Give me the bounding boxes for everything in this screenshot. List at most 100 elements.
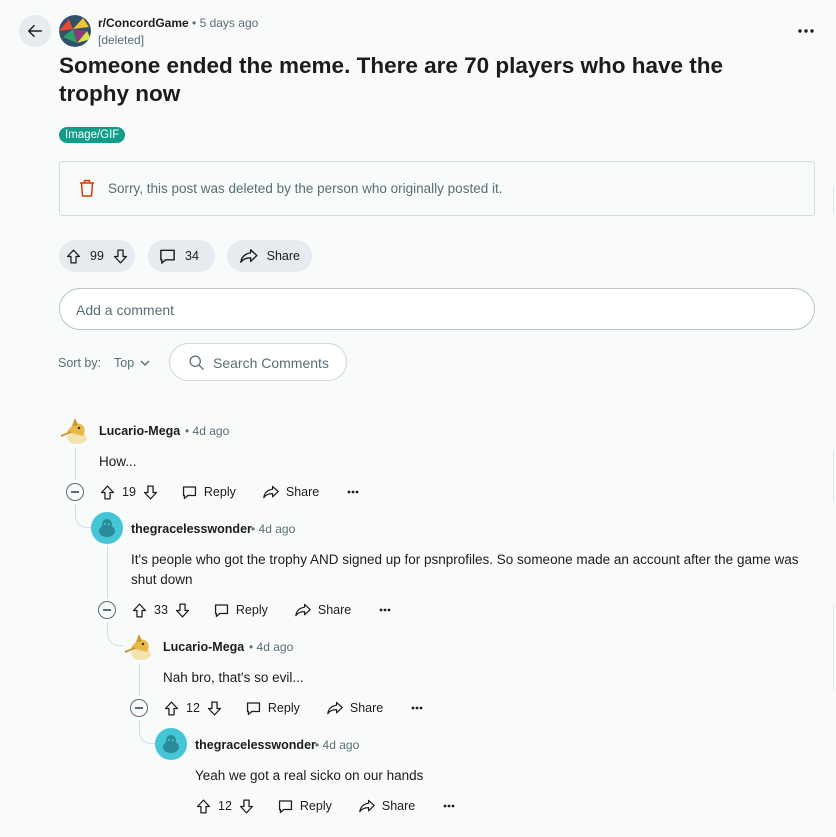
thread-elbow: [75, 504, 91, 528]
downvote-arrow-icon[interactable]: [238, 798, 255, 815]
thread-elbow: [139, 720, 155, 744]
comment-author[interactable]: thegracelesswonder: [131, 522, 252, 536]
reply-button[interactable]: Reply: [181, 484, 236, 501]
ellipsis-icon: [411, 706, 423, 710]
downvote-arrow-icon[interactable]: [206, 700, 223, 717]
upvote-arrow-icon[interactable]: [65, 248, 82, 265]
comment-time: • 4d ago: [251, 522, 296, 536]
collapse-button[interactable]: [66, 483, 84, 501]
comment-actions: 12 Reply Share: [195, 795, 455, 817]
ellipsis-icon: [347, 490, 359, 494]
upvote-arrow-icon[interactable]: [131, 602, 148, 619]
comment-share-button[interactable]: Share: [326, 700, 383, 716]
share-label: Share: [381, 799, 416, 813]
comment-author[interactable]: Lucario-Mega: [99, 424, 180, 438]
search-comments-input[interactable]: Search Comments: [169, 343, 347, 381]
comment-body: It's people who got the trophy AND signe…: [131, 552, 799, 587]
comment-score: 12: [186, 701, 200, 715]
subreddit-name[interactable]: r/ConcordGame: [98, 16, 189, 30]
post-more-button[interactable]: [796, 22, 816, 40]
post-score: 99: [90, 249, 104, 263]
comment-count: 34: [185, 249, 199, 263]
comment-score: 19: [122, 485, 136, 499]
chevron-down-icon: [140, 360, 150, 366]
share-label: Share: [317, 603, 352, 617]
subreddit-avatar[interactable]: [59, 15, 91, 47]
comment-more-button[interactable]: [411, 706, 423, 710]
comment-time: • 4d ago: [185, 424, 230, 438]
share-label: Share: [349, 701, 384, 715]
avatar[interactable]: [91, 512, 123, 544]
speech-bubble-icon: [182, 485, 196, 499]
reply-button[interactable]: Reply: [213, 602, 268, 619]
share-button[interactable]: Share: [227, 240, 312, 272]
minus-circle-icon: [135, 707, 143, 709]
thread-elbow: [107, 622, 123, 646]
upvote-arrow-icon[interactable]: [163, 700, 180, 717]
comment-body: How...: [99, 454, 137, 469]
upvote-arrow-icon[interactable]: [195, 798, 212, 815]
comment-share-button[interactable]: Share: [262, 484, 319, 500]
sort-dropdown[interactable]: Top: [114, 356, 150, 370]
speech-bubble-icon: [214, 603, 228, 617]
reply-label: Reply: [203, 485, 236, 499]
downvote-arrow-icon[interactable]: [174, 602, 191, 619]
ellipsis-icon: [443, 804, 455, 808]
post-time: 5 days ago: [199, 16, 259, 30]
post-meta: r/ConcordGame • 5 days ago: [98, 16, 258, 30]
comment-body: Nah bro, that's so evil...: [163, 670, 304, 685]
thread-line: [107, 546, 108, 598]
share-label: Share: [266, 249, 300, 263]
comment-time: • 4d ago: [315, 738, 360, 752]
post-title: Someone ended the meme. There are 70 pla…: [59, 53, 723, 106]
avatar[interactable]: [123, 630, 155, 662]
collapse-button[interactable]: [98, 601, 116, 619]
comment-score: 33: [154, 603, 168, 617]
reply-button[interactable]: Reply: [277, 798, 332, 815]
post-flair[interactable]: Image/GIF: [59, 127, 126, 143]
deleted-message: Sorry, this post was deleted by the pers…: [108, 181, 503, 196]
avatar[interactable]: [155, 728, 187, 760]
sort-value: Top: [114, 356, 135, 370]
comment-actions: 12 Reply Share: [163, 697, 423, 719]
add-comment-input[interactable]: Add a comment: [59, 288, 815, 330]
comment-body: Yeah we got a real sicko on our hands: [195, 768, 424, 783]
deleted-notice: Sorry, this post was deleted by the pers…: [59, 161, 815, 216]
reply-label: Reply: [299, 799, 332, 813]
meta-separator: •: [192, 16, 197, 30]
ellipsis-icon: [379, 608, 391, 612]
comment-more-button[interactable]: [379, 608, 391, 612]
reply-label: Reply: [235, 603, 268, 617]
magnifier-icon: [189, 355, 204, 370]
comment-author[interactable]: Lucario-Mega: [163, 640, 244, 654]
collapse-button[interactable]: [130, 699, 148, 717]
back-button[interactable]: [19, 15, 51, 47]
comments-button[interactable]: 34: [148, 240, 215, 272]
minus-circle-icon: [71, 491, 79, 493]
share-arrow-icon: [327, 701, 343, 715]
downvote-arrow-icon[interactable]: [112, 248, 129, 265]
share-arrow-icon: [359, 799, 375, 813]
sort-label: Sort by:: [58, 356, 102, 370]
reply-button[interactable]: Reply: [245, 700, 300, 717]
upvote-arrow-icon[interactable]: [99, 484, 116, 501]
thread-line: [75, 448, 76, 480]
comment-actions: 33 Reply Share: [131, 599, 391, 621]
add-comment-placeholder: Add a comment: [76, 302, 175, 318]
avatar[interactable]: [59, 414, 91, 446]
thread-line: [139, 664, 140, 696]
post-author: [deleted]: [98, 33, 145, 47]
comment-author[interactable]: thegracelesswonder: [195, 738, 316, 752]
share-label: Share: [285, 485, 320, 499]
share-arrow-icon: [295, 603, 311, 617]
comment-share-button[interactable]: Share: [358, 798, 415, 814]
post-vote-bar: 99: [59, 240, 135, 272]
comment-score: 12: [218, 799, 232, 813]
comment-more-button[interactable]: [347, 490, 359, 494]
comment-time: • 4d ago: [249, 640, 294, 654]
share-arrow-icon: [263, 485, 279, 499]
search-placeholder: Search Comments: [213, 355, 329, 371]
comment-more-button[interactable]: [443, 804, 455, 808]
comment-share-button[interactable]: Share: [294, 602, 351, 618]
downvote-arrow-icon[interactable]: [142, 484, 159, 501]
